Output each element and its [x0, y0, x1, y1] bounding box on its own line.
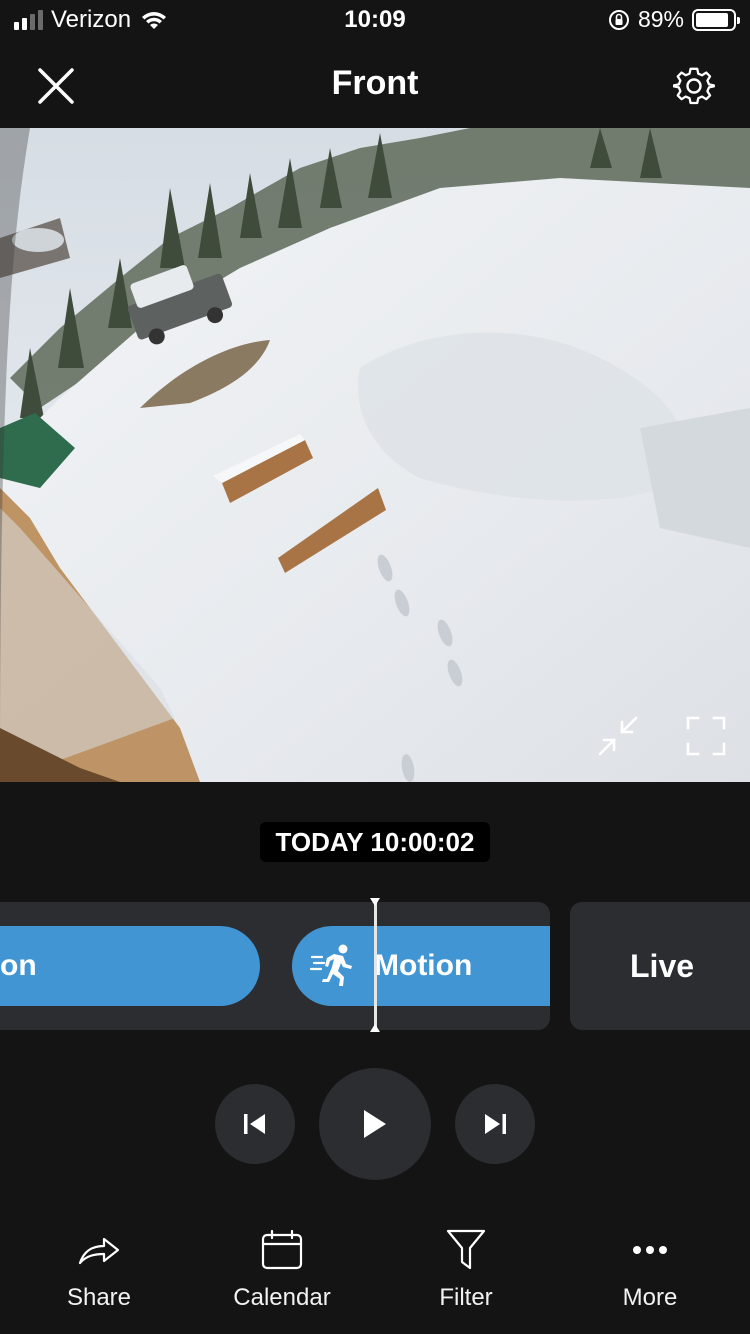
play-icon [364, 1110, 386, 1138]
fullscreen-icon [686, 716, 726, 756]
motion-event-label: Motion [374, 949, 473, 982]
skip-previous-icon [244, 1114, 265, 1134]
timeline-playhead[interactable] [370, 898, 380, 1032]
page-title: Front [331, 64, 419, 102]
battery-icon [692, 8, 740, 31]
battery-group: 89% [608, 6, 740, 33]
share-label: Share [66, 1284, 132, 1311]
previous-event-label: on [0, 949, 37, 982]
more-label: More [622, 1284, 678, 1311]
motion-event-pill[interactable]: Motion [292, 926, 550, 1006]
event-timeline[interactable]: on Motion [0, 902, 550, 1030]
camera-snapshot-image [0, 128, 750, 782]
calendar-label: Calendar [233, 1284, 331, 1311]
battery-percent: 89% [637, 6, 684, 32]
share-button[interactable]: Share [19, 1226, 179, 1312]
gear-icon [673, 67, 715, 105]
previous-event-button[interactable] [215, 1084, 295, 1164]
previous-event-pill[interactable]: on [0, 926, 260, 1006]
calendar-button[interactable]: Calendar [202, 1226, 362, 1312]
calendar-icon [261, 1230, 303, 1270]
settings-button[interactable] [668, 60, 720, 112]
fullscreen-button[interactable] [682, 712, 730, 760]
collapse-button[interactable] [594, 712, 642, 760]
event-timestamp: TODAY 10:00:02 [260, 822, 490, 862]
more-button[interactable]: More [570, 1226, 730, 1312]
filter-label: Filter [439, 1284, 493, 1311]
orientation-lock-icon [608, 9, 629, 30]
more-icon [633, 1246, 667, 1254]
running-person-icon [310, 944, 352, 986]
filter-icon [446, 1229, 486, 1270]
video-feed[interactable] [0, 128, 750, 782]
filter-button[interactable]: Filter [386, 1226, 546, 1312]
share-icon [78, 1237, 120, 1265]
status-bar: Verizon 10:09 89% [0, 0, 750, 44]
play-button[interactable] [319, 1068, 431, 1180]
bottom-toolbar: Share Calendar Filter More [0, 1214, 750, 1334]
next-event-button[interactable] [455, 1084, 535, 1164]
live-label: Live [630, 947, 695, 984]
collapse-icon [598, 716, 638, 756]
nav-bar: Front [0, 44, 750, 128]
live-button[interactable]: Live [570, 902, 750, 1030]
skip-next-icon [485, 1114, 506, 1134]
